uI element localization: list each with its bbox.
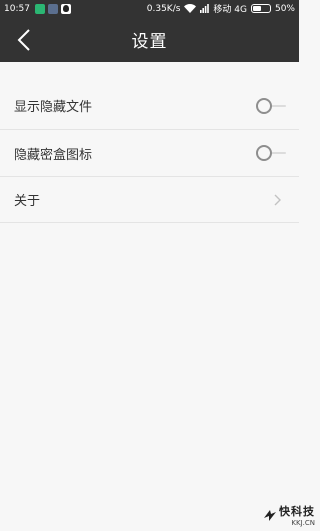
setting-show-hidden-files[interactable]: 显示隐藏文件 bbox=[0, 82, 299, 129]
title-bar: 设置 bbox=[0, 17, 299, 62]
green-app-icon bbox=[34, 3, 45, 14]
watermark-logo-icon bbox=[264, 510, 276, 521]
carrier-label: 移动 4G bbox=[213, 5, 247, 15]
toggle-knob bbox=[256, 97, 272, 114]
setting-label: 关于 bbox=[14, 194, 41, 209]
wifi-icon bbox=[184, 4, 197, 13]
chevron-left-icon bbox=[17, 29, 30, 51]
toggle-knob bbox=[256, 145, 272, 161]
battery-fill bbox=[252, 6, 261, 11]
setting-about[interactable]: 关于 bbox=[0, 176, 299, 223]
battery-icon bbox=[250, 4, 271, 13]
watermark-sub: KKJ.CN bbox=[291, 519, 315, 527]
watermark-text: 快科技 KKJ.CN bbox=[279, 503, 315, 527]
back-button[interactable] bbox=[12, 27, 36, 53]
page-title: 设置 bbox=[131, 32, 168, 52]
setting-label: 隐藏密盒图标 bbox=[14, 147, 93, 163]
signal-icon bbox=[200, 4, 210, 13]
status-bar: 10:57 0.35K/s 移动 4G 50% bbox=[0, 0, 299, 17]
qq-icon bbox=[60, 3, 71, 14]
battery-percent: 50% bbox=[274, 3, 295, 14]
blue-app-icon bbox=[47, 3, 58, 14]
chevron-right-icon bbox=[274, 194, 281, 205]
show-hidden-files-toggle[interactable] bbox=[256, 97, 286, 114]
hide-box-icon-toggle[interactable] bbox=[256, 145, 286, 161]
watermark: 快科技 KKJ.CN bbox=[263, 503, 315, 527]
setting-label: 显示隐藏文件 bbox=[14, 100, 93, 115]
status-right: 0.35K/s 移动 4G 50% bbox=[146, 2, 295, 16]
settings-list: 显示隐藏文件 隐藏密盒图标 关于 bbox=[0, 82, 299, 223]
status-time: 10:57 bbox=[4, 3, 30, 14]
setting-hide-box-icon[interactable]: 隐藏密盒图标 bbox=[0, 129, 299, 176]
watermark-main: 快科技 bbox=[279, 505, 315, 518]
network-speed: 0.35K/s bbox=[146, 3, 181, 14]
status-left: 10:57 bbox=[4, 3, 71, 14]
